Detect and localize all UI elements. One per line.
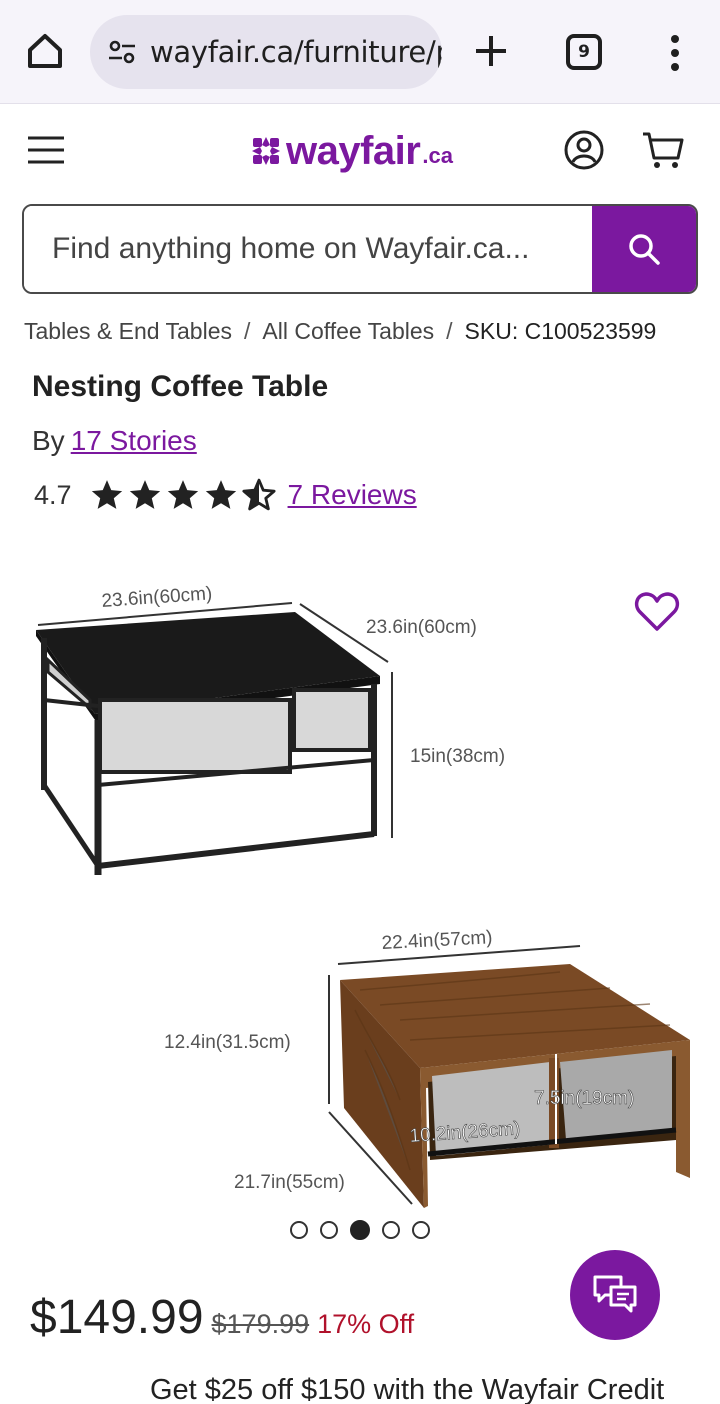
chat-button[interactable] [570,1250,660,1340]
breadcrumb-coffee-tables[interactable]: All Coffee Tables [262,318,434,344]
star-icon [91,480,122,509]
star-icon [129,480,160,509]
search-button[interactable] [592,206,696,292]
new-tab-icon[interactable] [472,32,510,70]
tab-switcher-icon[interactable]: 9 [566,34,602,70]
dimension-label: 15in(38cm) [410,746,505,767]
dimension-label: 7.5in(19cm) [534,1088,634,1109]
cart-icon[interactable] [641,130,685,170]
dimension-label: 22.4in(57cm) [381,927,493,954]
carousel-dot[interactable] [412,1221,430,1239]
product-title: Nesting Coffee Table [32,370,329,403]
logo-mark-icon [252,137,280,165]
brand-line: By 17 Stories [32,425,197,457]
search-icon [629,234,660,265]
rating-row: 4.7 7 Reviews [34,478,417,512]
tab-count: 9 [578,42,590,62]
logo-word: wayfair [286,128,421,173]
breadcrumb-separator: / [446,318,453,344]
by-label: By [32,425,65,456]
breadcrumb-separator: / [244,318,251,344]
dimension-label: 23.6in(60cm) [101,583,213,612]
breadcrumb-sku: SKU: C100523599 [464,318,657,344]
carousel-dots [290,1220,430,1240]
breadcrumb-tables[interactable]: Tables & End Tables [24,318,232,344]
brand-link[interactable]: 17 Stories [71,425,197,456]
dimension-label: 23.6in(60cm) [366,617,477,638]
chat-icon [593,1275,637,1313]
carousel-dot[interactable] [290,1221,308,1239]
rating-value: 4.7 [34,479,72,510]
search-bar [22,204,698,294]
star-icon [167,480,198,509]
half-star-icon [241,478,276,511]
star-icon [205,480,236,509]
carousel-dot-active[interactable] [350,1220,370,1240]
site-settings-icon[interactable] [108,40,136,64]
dimension-label: 21.7in(55cm) [234,1172,345,1193]
reviews-link[interactable]: 7 Reviews [288,479,417,511]
discount-badge: 17% Off [317,1309,415,1339]
dimension-label: 12.4in(31.5cm) [164,1032,291,1053]
original-price: $179.99 [211,1309,310,1339]
credit-promo[interactable]: Get $25 off $150 with the Wayfair Credit [150,1374,664,1404]
home-icon[interactable] [24,30,66,72]
heart-icon[interactable] [634,590,680,632]
wayfair-logo[interactable]: wayfair .ca [250,126,453,176]
url-text[interactable]: wayfair.ca/furniture/p [150,35,442,69]
account-icon[interactable] [563,129,605,171]
price-row: $149.99 $179.99 17% Off [30,1290,414,1345]
carousel-dot[interactable] [382,1221,400,1239]
address-bar[interactable]: wayfair.ca/furniture/p [90,15,442,89]
current-price: $149.99 [30,1291,204,1344]
carousel-dot[interactable] [320,1221,338,1239]
star-rating [90,478,276,512]
breadcrumb: Tables & End Tables / All Coffee Tables / SK… [24,318,656,345]
search-input[interactable] [24,206,596,292]
product-image[interactable]: 23.6in(60cm) 23.6in(60cm) 15in(38cm) 22.… [0,560,720,1220]
logo-tld: .ca [422,143,453,168]
browser-toolbar: wayfair.ca/furniture/p 9 [0,0,720,104]
menu-icon[interactable] [26,134,66,166]
more-options-icon[interactable] [664,34,686,72]
